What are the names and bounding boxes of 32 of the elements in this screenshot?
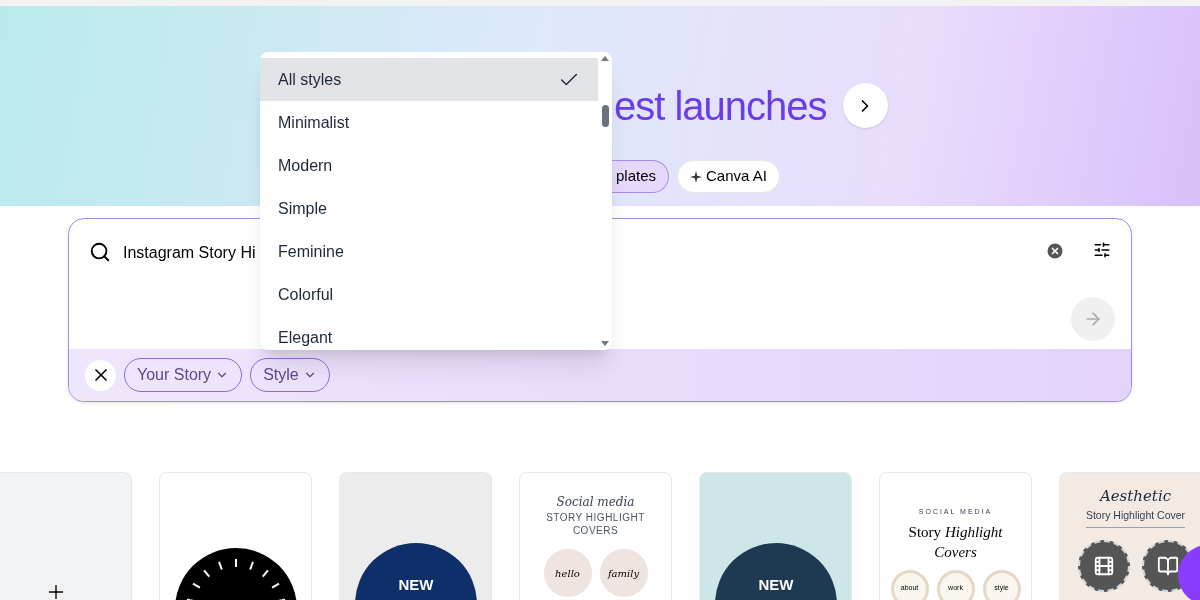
template-text: STORY HIGHLIGHT bbox=[546, 511, 645, 524]
template-card[interactable]: Aesthetic Story Highlight Cover bbox=[1059, 472, 1200, 600]
style-option[interactable]: Feminine bbox=[260, 230, 598, 273]
style-option[interactable]: Minimalist bbox=[260, 101, 598, 144]
template-title: Story Highlight bbox=[908, 522, 1003, 542]
clear-icon[interactable] bbox=[1045, 241, 1065, 261]
template-subtitle: Covers bbox=[934, 542, 977, 562]
style-option[interactable]: All styles bbox=[260, 58, 598, 101]
template-card[interactable]: NEW bbox=[339, 472, 492, 600]
template-title: Social media bbox=[556, 494, 635, 511]
new-label: NEW bbox=[758, 577, 794, 595]
template-card[interactable]: Social media STORY HIGHLIGHT COVERS hello family bbox=[519, 472, 672, 600]
style-option[interactable]: Simple bbox=[260, 187, 598, 230]
clear-filters-button[interactable] bbox=[85, 359, 116, 391]
new-label: NEW bbox=[398, 577, 434, 595]
template-title: Aesthetic bbox=[1099, 486, 1172, 507]
template-text: COVERS bbox=[572, 524, 619, 537]
style-option[interactable]: Modern bbox=[260, 144, 598, 187]
style-option[interactable]: Elegant bbox=[260, 316, 598, 350]
category-chip[interactable]: Canva AI bbox=[677, 160, 780, 193]
sparkle-icon bbox=[690, 170, 703, 183]
category-chip[interactable]: plates bbox=[612, 160, 670, 193]
scrollbar-thumb[interactable] bbox=[601, 105, 609, 127]
filter-settings-icon[interactable] bbox=[1093, 241, 1111, 259]
scroll-down-icon[interactable] bbox=[601, 341, 609, 346]
template-subtitle: Story Highlight Cover bbox=[1085, 507, 1186, 529]
page-heading: est launches bbox=[614, 85, 827, 126]
search-icon bbox=[89, 241, 111, 263]
template-card[interactable] bbox=[159, 472, 312, 600]
style-option[interactable]: Colorful bbox=[260, 273, 598, 316]
template-card[interactable]: NEW bbox=[699, 472, 852, 600]
scroll-up-icon[interactable] bbox=[601, 56, 609, 61]
